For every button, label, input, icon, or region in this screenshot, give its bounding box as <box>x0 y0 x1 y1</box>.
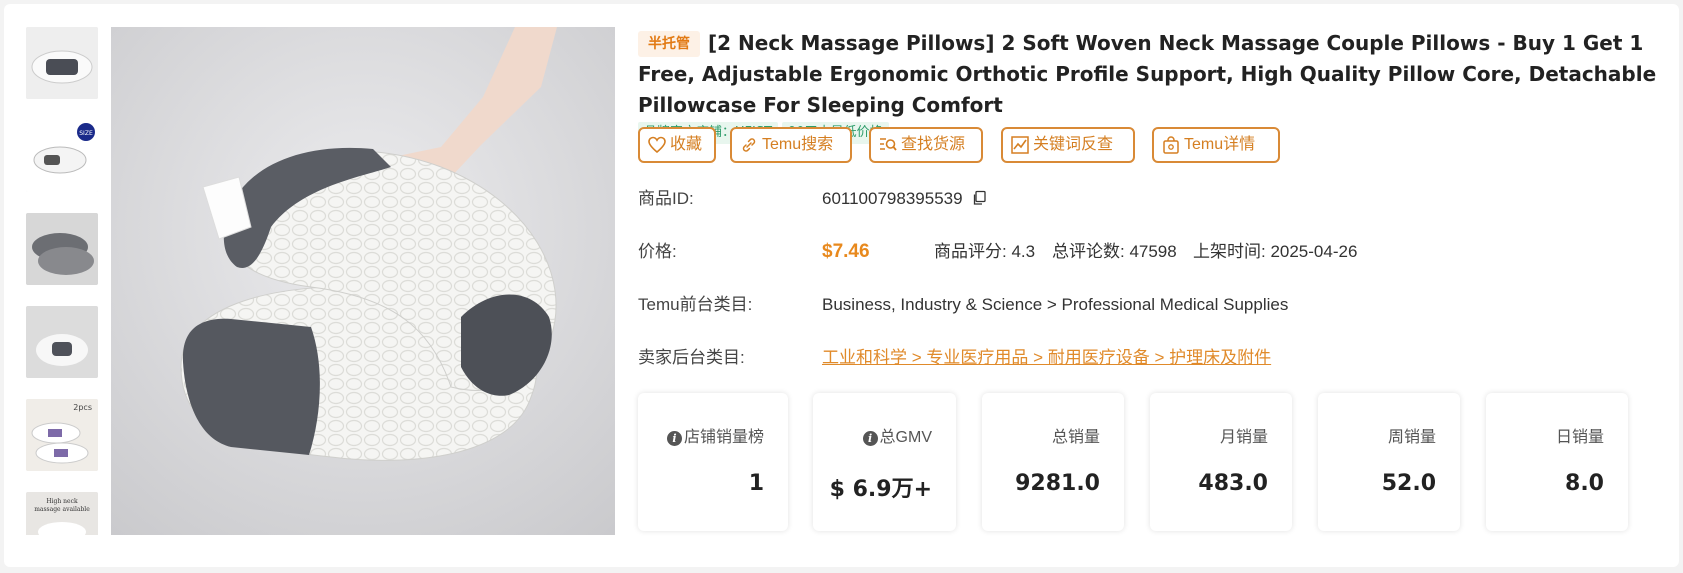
pillow-main-image <box>111 27 615 535</box>
thumbnail-2[interactable]: SIZE <box>26 120 98 192</box>
stat-value: 52.0 <box>1381 471 1436 496</box>
stat-value: 1 <box>748 471 764 496</box>
front-category-label: Temu前台类目: <box>638 295 753 314</box>
copy-icon[interactable] <box>971 190 987 206</box>
thumbnail-5[interactable]: 2pcs <box>26 399 98 471</box>
temu-detail-label: Temu详情 <box>1184 136 1256 153</box>
keyword-reverse-button[interactable]: 关键词反查 <box>1001 127 1135 163</box>
stat-value: 483.0 <box>1198 471 1268 496</box>
stat-card-shop-rank: i 店铺销量榜 1 <box>638 393 788 531</box>
pillow-thumbnail-icon: High neck massage available <box>26 492 98 535</box>
product-info: 半托管 [2 Neck Massage Pillows] 2 Soft Woven… <box>638 28 1668 531</box>
stat-label: 月销量 <box>1219 429 1268 446</box>
product-id-label: 商品ID: <box>638 189 694 208</box>
pillow-thumbnail-icon: SIZE <box>26 120 98 192</box>
stat-card-weekly-sales: 周销量 52.0 <box>1318 393 1460 531</box>
stat-label: 总销量 <box>1051 429 1100 446</box>
product-title: 半托管 [2 Neck Massage Pillows] 2 Soft Woven… <box>638 28 1658 121</box>
find-source-button[interactable]: 查找货源 <box>869 127 983 163</box>
find-source-label: 查找货源 <box>901 136 966 153</box>
svg-text:massage available: massage available <box>34 506 90 513</box>
search-list-icon <box>880 138 897 151</box>
stat-card-total-sales: 总销量 9281.0 <box>982 393 1124 531</box>
stat-card-monthly-sales: 月销量 483.0 <box>1150 393 1292 531</box>
semi-managed-tag: 半托管 <box>638 31 700 57</box>
pillow-thumbnail-icon <box>26 213 98 285</box>
title-text[interactable]: [2 Neck Massage Pillows] 2 Soft Woven Ne… <box>638 31 1656 117</box>
thumbnail-4[interactable] <box>26 306 98 378</box>
stat-value: $ 6.9万+ <box>829 477 932 502</box>
product-id-value[interactable]: 601100798395539 <box>822 189 963 208</box>
link-icon <box>742 138 756 152</box>
product-card: SIZE 2pcs High neck massage available 半托… <box>4 4 1679 567</box>
rating-text: 商品评分: 4.3 <box>934 242 1036 261</box>
front-category-value: Business, Industry & Science > Professio… <box>822 295 1289 314</box>
thumbnail-1[interactable] <box>26 27 98 99</box>
thumbnail-strip[interactable]: SIZE 2pcs High neck massage available <box>26 27 98 535</box>
stat-card-total-gmv: i 总GMV $ 6.9万+ <box>813 393 956 531</box>
info-icon[interactable]: i <box>862 431 878 446</box>
stat-label: 总GMV <box>879 429 932 446</box>
price-label: 价格: <box>638 242 677 261</box>
stat-card-daily-sales: 日销量 8.0 <box>1486 393 1628 531</box>
shopping-bag-icon <box>1163 136 1179 154</box>
temu-detail-button[interactable]: Temu详情 <box>1152 127 1280 163</box>
review-count-text: 总评论数: 47598 <box>1052 242 1177 261</box>
stat-label: 日销量 <box>1555 429 1604 446</box>
product-id-value-wrap: 601100798395539 <box>822 187 987 211</box>
thumbnail-6[interactable]: High neck massage available <box>26 492 98 535</box>
temu-search-label: Temu搜索 <box>762 136 834 153</box>
thumbnail-3[interactable] <box>26 213 98 285</box>
main-product-image[interactable] <box>111 27 615 535</box>
thumbnail-overlay: 2pcs <box>73 403 92 412</box>
listed-date-text: 上架时间: 2025-04-26 <box>1193 242 1358 261</box>
keyword-reverse-label: 关键词反查 <box>1033 136 1114 153</box>
favorite-label: 收藏 <box>670 136 703 153</box>
stat-label: 店铺销量榜 <box>683 429 764 446</box>
temu-search-button[interactable]: Temu搜索 <box>730 127 852 163</box>
price-value: $7.46 <box>822 241 870 262</box>
favorite-button[interactable]: 收藏 <box>638 127 716 163</box>
pillow-thumbnail-icon <box>26 27 98 99</box>
pillow-thumbnail-icon: 2pcs <box>26 399 98 471</box>
svg-text:High neck: High neck <box>46 498 78 505</box>
back-category-link[interactable]: 工业和科学 > 专业医疗用品 > 耐用医疗设备 > 护理床及附件 <box>822 346 1271 370</box>
stat-value: 8.0 <box>1565 471 1604 496</box>
back-category-label: 卖家后台类目: <box>638 348 745 367</box>
thumbnail-overlay: SIZE <box>79 130 93 137</box>
pillow-thumbnail-icon <box>26 306 98 378</box>
heart-icon <box>648 136 666 154</box>
info-icon[interactable]: i <box>666 431 682 446</box>
stat-label: 周销量 <box>1387 429 1436 446</box>
stat-value: 9281.0 <box>1015 471 1100 496</box>
trend-chart-icon <box>1011 136 1029 154</box>
